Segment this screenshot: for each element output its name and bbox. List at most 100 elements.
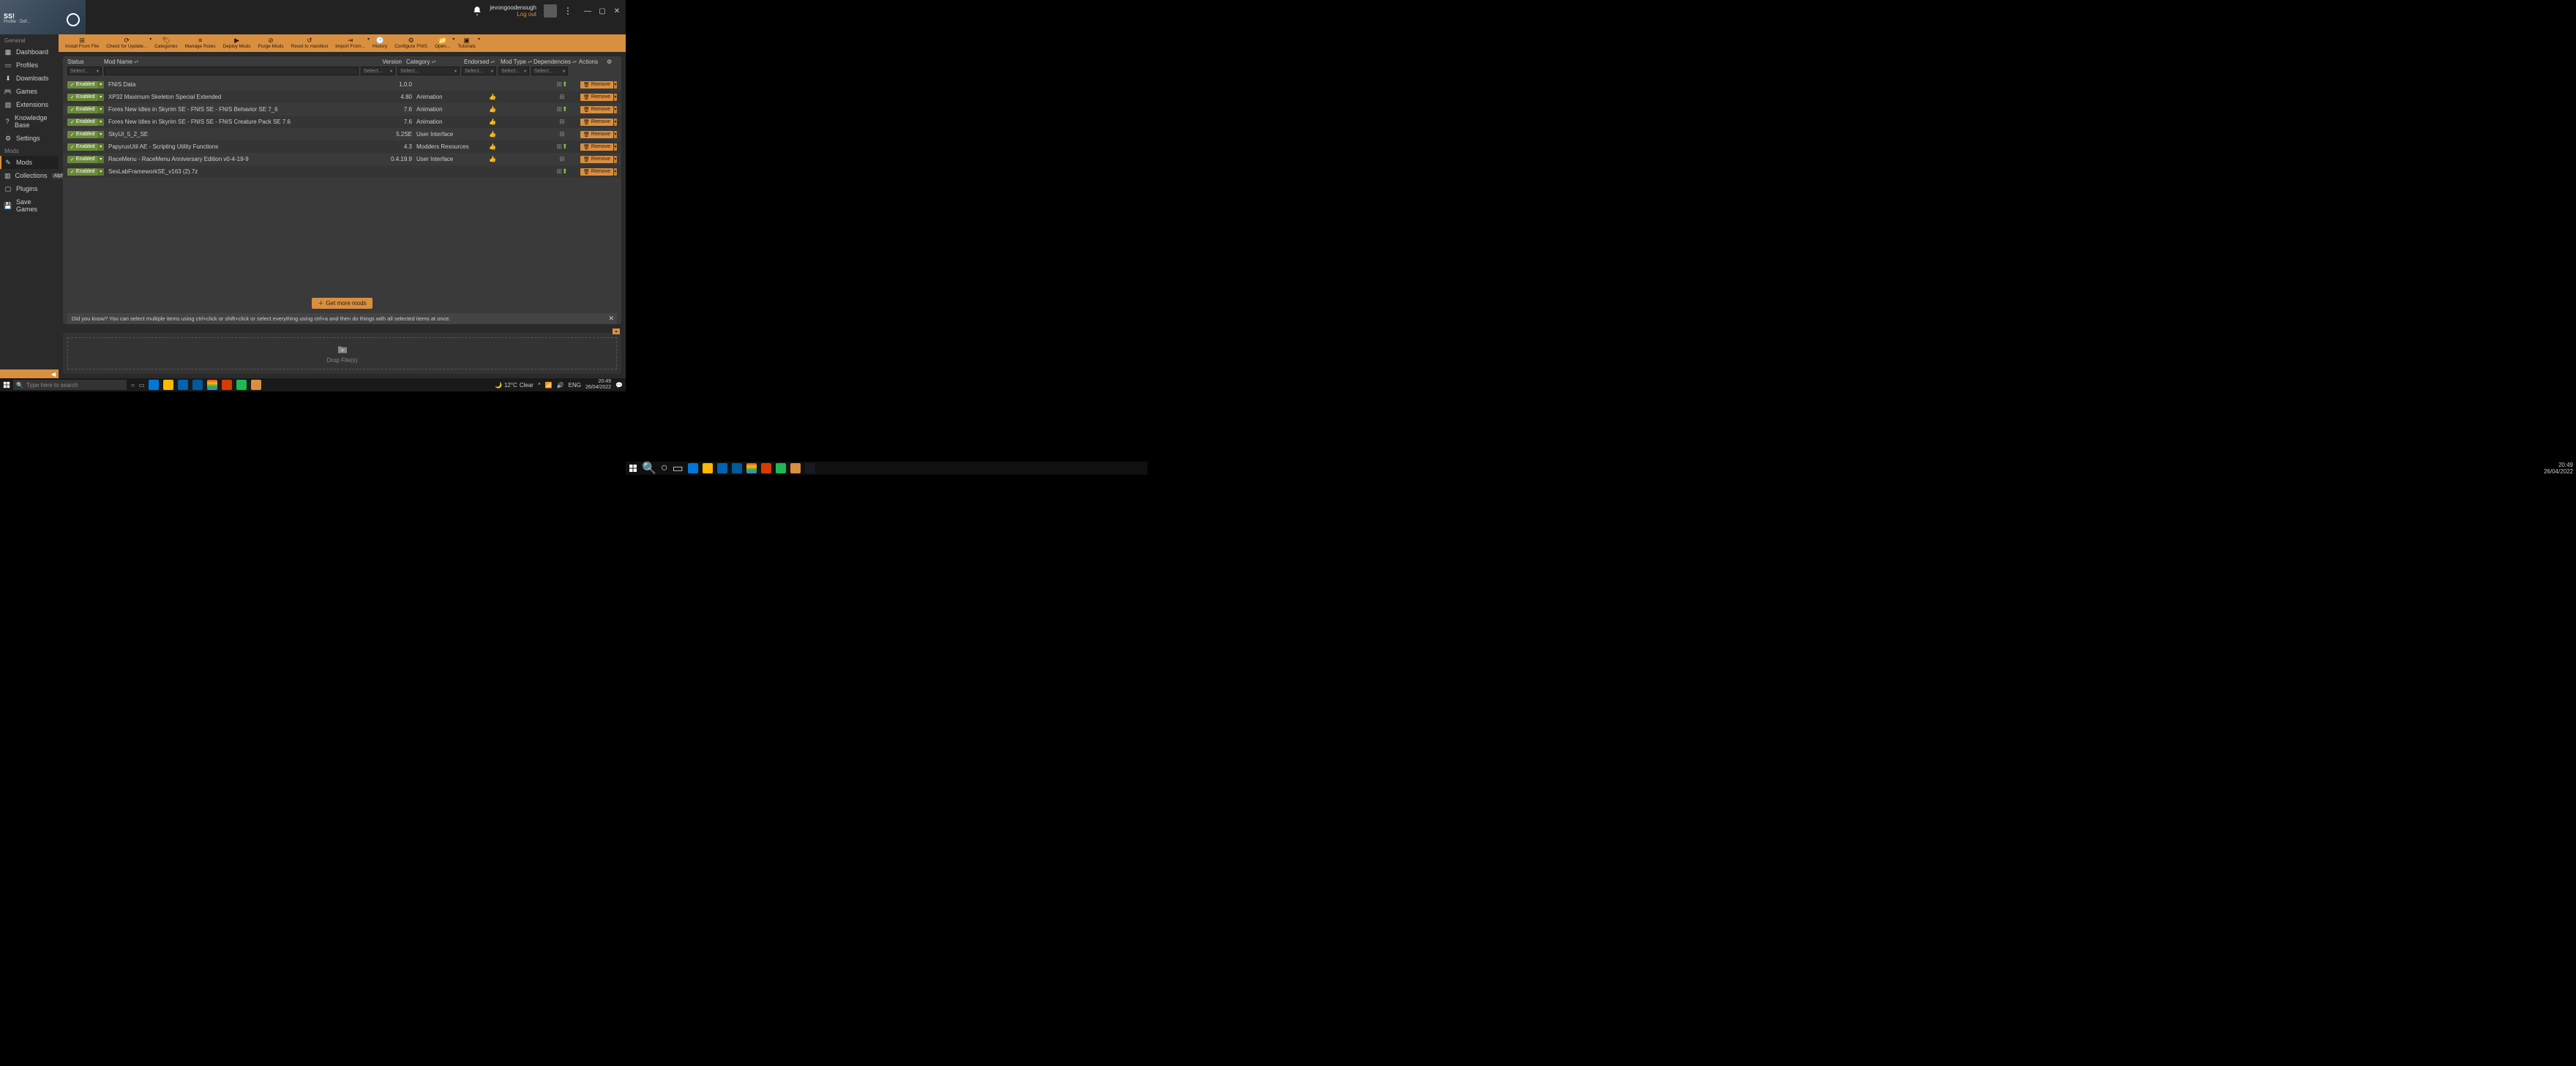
enabled-caret[interactable]: ▾ xyxy=(98,168,104,176)
taskview-icon[interactable]: ▭ xyxy=(139,382,145,389)
action-center-icon[interactable]: 💬 xyxy=(615,382,623,389)
mod-deps[interactable]: ⊞⬆ xyxy=(544,168,580,176)
sidebar-item-plugins[interactable]: ▢Plugins xyxy=(0,182,59,195)
enabled-caret[interactable]: ▾ xyxy=(98,119,104,126)
clock[interactable]: 20:49 26/04/2022 xyxy=(585,379,611,391)
toolbar-deploy[interactable]: ▶Deploy Mods xyxy=(220,34,255,52)
mod-endorsed[interactable]: 👍 xyxy=(474,131,511,138)
kebab-menu[interactable] xyxy=(564,7,572,15)
enabled-caret[interactable]: ▾ xyxy=(98,94,104,101)
remove-button[interactable]: Remove xyxy=(580,81,613,89)
steam-icon[interactable] xyxy=(266,380,276,390)
mod-deps[interactable]: ⊞⬆ xyxy=(544,143,580,151)
sidebar-item-knowledge[interactable]: ?Knowledge Base xyxy=(0,111,59,132)
taskbar-search[interactable]: 🔍 Type here to search xyxy=(13,380,127,390)
sidebar-item-profiles[interactable]: ▭Profiles xyxy=(0,59,59,72)
drop-zone[interactable]: Drop File(s) xyxy=(67,337,617,369)
filter-category[interactable]: Select... xyxy=(397,67,460,75)
edge-icon[interactable] xyxy=(688,463,698,473)
close-button[interactable]: ✕ xyxy=(613,7,621,15)
remove-caret[interactable]: ▾ xyxy=(614,143,617,151)
enabled-caret[interactable]: ▾ xyxy=(98,156,104,163)
chrome-icon[interactable] xyxy=(207,380,217,390)
mod-deps[interactable]: ⊞ xyxy=(544,93,580,101)
enabled-button[interactable]: Enabled xyxy=(67,168,98,176)
enabled-caret[interactable]: ▾ xyxy=(98,106,104,113)
mod-deps[interactable]: ⊞ xyxy=(544,118,580,126)
enabled-button[interactable]: Enabled xyxy=(67,81,98,89)
th-name[interactable]: Mod Name▴▾ xyxy=(104,59,365,65)
avatar[interactable] xyxy=(544,4,557,18)
maximize-button[interactable]: ▢ xyxy=(598,7,607,15)
table-row[interactable]: Enabled▾RaceMenu - RaceMenu Anniversary … xyxy=(63,153,621,165)
remove-caret[interactable]: ▾ xyxy=(614,94,617,101)
chevron-up-icon[interactable]: ^ xyxy=(538,382,541,389)
remove-caret[interactable]: ▾ xyxy=(614,168,617,176)
toolbar-manage-rules[interactable]: ≡Manage Rules xyxy=(181,34,220,52)
toolbar-fnis[interactable]: ⚙Configure FNIS xyxy=(391,34,431,52)
remove-button[interactable]: Remove xyxy=(580,94,613,101)
sidebar-item-games[interactable]: 🎮Games xyxy=(0,85,59,98)
remove-button[interactable]: Remove xyxy=(580,106,613,113)
language-indicator[interactable]: ENG xyxy=(569,382,581,389)
th-deps[interactable]: Dependencies▴▾ xyxy=(533,59,570,65)
mod-deps[interactable]: ⊞⬆ xyxy=(544,105,580,113)
sidebar-collapse[interactable]: ◀ xyxy=(0,369,59,378)
remove-button[interactable]: Remove xyxy=(580,143,613,151)
th-modtype[interactable]: Mod Type▴▾ xyxy=(501,59,533,65)
table-row[interactable]: Enabled▾Fores New Idles in Skyrim SE - F… xyxy=(63,103,621,116)
office-icon[interactable] xyxy=(222,380,232,390)
explorer-icon[interactable] xyxy=(163,380,173,390)
remove-button[interactable]: Remove xyxy=(580,131,613,138)
table-row[interactable]: Enabled▾SkyUI_5_2_SE5.2SEUser Interface👍… xyxy=(63,128,621,140)
toolbar-reset-manifest[interactable]: ↺Reset to manifest xyxy=(288,34,332,52)
remove-button[interactable]: Remove xyxy=(580,168,613,176)
drop-collapse[interactable]: ▾ xyxy=(613,329,620,334)
remove-caret[interactable]: ▾ xyxy=(614,106,617,113)
enabled-button[interactable]: Enabled xyxy=(67,106,98,113)
filter-endorsed[interactable]: Select... xyxy=(462,67,496,75)
explorer-icon[interactable] xyxy=(703,463,713,473)
toolbar-open[interactable]: 📁Open... xyxy=(431,34,454,52)
filter-modtype[interactable]: Select... xyxy=(498,67,529,75)
sidebar-item-collections[interactable]: ▥CollectionsAlpha xyxy=(0,169,59,182)
enabled-button[interactable]: Enabled xyxy=(67,119,98,126)
enabled-caret[interactable]: ▾ xyxy=(98,143,104,151)
enabled-button[interactable]: Enabled xyxy=(67,143,98,151)
office-icon[interactable] xyxy=(761,463,771,473)
enabled-button[interactable]: Enabled xyxy=(67,94,98,101)
mail-icon[interactable] xyxy=(178,380,188,390)
th-version[interactable]: Version xyxy=(365,59,402,65)
network-icon[interactable]: 📶 xyxy=(545,382,553,389)
toolbar-install-from-file[interactable]: ⊞Install From File xyxy=(61,34,102,52)
clock-local[interactable]: 20:49 26/04/2022 xyxy=(2544,462,2573,475)
vortex-icon[interactable] xyxy=(790,463,801,473)
spotify-icon[interactable] xyxy=(236,380,247,390)
chrome-icon[interactable] xyxy=(746,463,757,473)
mod-endorsed[interactable]: 👍 xyxy=(474,156,511,162)
mod-endorsed[interactable]: 👍 xyxy=(474,106,511,113)
windows-icon[interactable] xyxy=(629,464,637,473)
vortex-icon[interactable] xyxy=(251,380,261,390)
search-icon[interactable]: 🔍 xyxy=(642,461,656,476)
remove-caret[interactable]: ▾ xyxy=(614,156,617,163)
enabled-button[interactable]: Enabled xyxy=(67,156,98,163)
th-endorsed[interactable]: Endorsed▴▾ xyxy=(464,59,501,65)
get-more-mods-button[interactable]: ＋Get more mods xyxy=(312,298,372,309)
mail-icon[interactable] xyxy=(732,463,742,473)
filter-deps[interactable]: Select... xyxy=(531,67,568,75)
filter-status[interactable]: Select... xyxy=(67,67,102,75)
sidebar-item-dashboard[interactable]: ▦Dashboard xyxy=(0,45,59,59)
remove-caret[interactable]: ▾ xyxy=(614,81,617,89)
spotify-icon[interactable] xyxy=(776,463,786,473)
taskview-icon[interactable]: ▭ xyxy=(673,461,684,476)
cortana-icon[interactable]: ○ xyxy=(131,382,135,389)
logout-link[interactable]: Log out xyxy=(490,11,536,18)
th-category[interactable]: Category▴▾ xyxy=(402,59,464,65)
sidebar-item-savegames[interactable]: 💾Save Games xyxy=(0,195,59,216)
toolbar-import[interactable]: ⇥Import From... xyxy=(332,34,369,52)
table-row[interactable]: Enabled▾FNIS Data1.0.0⊞⬆Remove▾ xyxy=(63,78,621,91)
remove-button[interactable]: Remove xyxy=(580,156,613,163)
tip-close-button[interactable]: ✕ xyxy=(608,315,614,323)
enabled-caret[interactable]: ▾ xyxy=(98,131,104,138)
